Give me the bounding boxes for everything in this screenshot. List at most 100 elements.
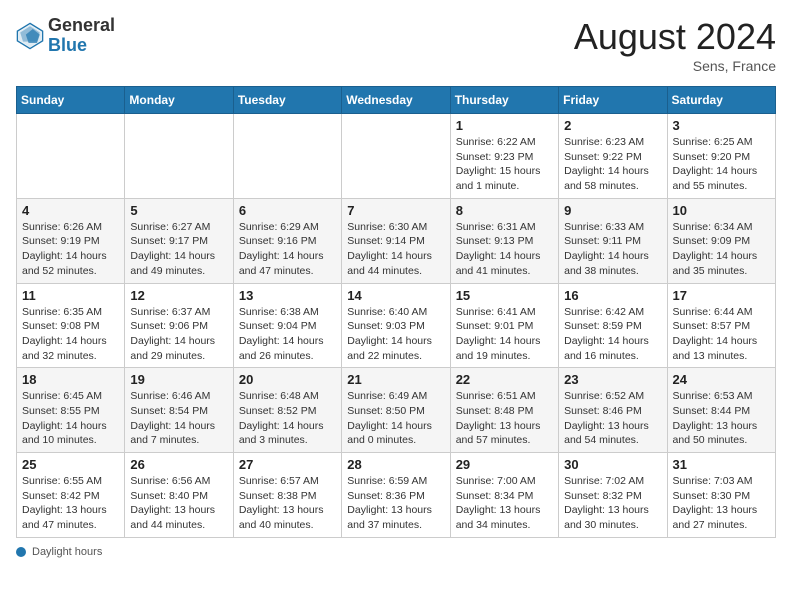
calendar-cell: 31 Sunrise: 7:03 AM Sunset: 8:30 PM Dayli…: [667, 453, 775, 538]
calendar-body: 1Sunrise: 6:22 AM Sunset: 9:23 PM Daylig…: [17, 114, 776, 538]
calendar-week-row: 1Sunrise: 6:22 AM Sunset: 9:23 PM Daylig…: [17, 114, 776, 199]
logo-icon: [16, 22, 44, 50]
day-detail: Sunrise: 6:49 AM Sunset: 8:50 PM Dayligh…: [347, 389, 444, 448]
footer-label: Daylight hours: [32, 546, 102, 558]
day-detail: Sunrise: 7:03 AM Sunset: 8:30 PM Dayligh…: [673, 474, 770, 533]
day-number: 5: [130, 203, 227, 218]
day-detail: Sunrise: 6:52 AM Sunset: 8:46 PM Dayligh…: [564, 389, 661, 448]
day-number: 4: [22, 203, 119, 218]
day-detail: Sunrise: 6:56 AM Sunset: 8:40 PM Dayligh…: [130, 474, 227, 533]
day-detail: Sunrise: 6:33 AM Sunset: 9:11 PM Dayligh…: [564, 220, 661, 279]
day-detail: Sunrise: 6:57 AM Sunset: 8:38 PM Dayligh…: [239, 474, 336, 533]
calendar-cell: 24 Sunrise: 6:53 AM Sunset: 8:44 PM Dayli…: [667, 368, 775, 453]
calendar-week-row: 11 Sunrise: 6:35 AM Sunset: 9:08 PM Dayli…: [17, 283, 776, 368]
calendar-cell: 13 Sunrise: 6:38 AM Sunset: 9:04 PM Dayli…: [233, 283, 341, 368]
day-detail: Sunrise: 6:40 AM Sunset: 9:03 PM Dayligh…: [347, 305, 444, 364]
day-number: 8: [456, 203, 553, 218]
day-number: 31: [673, 457, 770, 472]
calendar-cell: [233, 114, 341, 199]
calendar-week-row: 25Sunrise: 6:55 AM Sunset: 8:42 PM Dayli…: [17, 453, 776, 538]
day-detail: Sunrise: 6:41 AM Sunset: 9:01 PM Dayligh…: [456, 305, 553, 364]
calendar-cell: 4 Sunrise: 6:26 AM Sunset: 9:19 PM Daylig…: [17, 198, 125, 283]
calendar-cell: 25Sunrise: 6:55 AM Sunset: 8:42 PM Dayli…: [17, 453, 125, 538]
day-detail: Sunrise: 6:30 AM Sunset: 9:14 PM Dayligh…: [347, 220, 444, 279]
day-number: 24: [673, 372, 770, 387]
calendar-cell: 26Sunrise: 6:56 AM Sunset: 8:40 PM Dayli…: [125, 453, 233, 538]
calendar-week-row: 4 Sunrise: 6:26 AM Sunset: 9:19 PM Daylig…: [17, 198, 776, 283]
day-detail: Sunrise: 6:42 AM Sunset: 8:59 PM Dayligh…: [564, 305, 661, 364]
header: General Blue August 2024 Sens, France: [16, 16, 776, 74]
calendar-cell: 5 Sunrise: 6:27 AM Sunset: 9:17 PM Daylig…: [125, 198, 233, 283]
calendar-cell: 9 Sunrise: 6:33 AM Sunset: 9:11 PM Daylig…: [559, 198, 667, 283]
day-number: 1: [456, 118, 553, 133]
day-detail: Sunrise: 6:48 AM Sunset: 8:52 PM Dayligh…: [239, 389, 336, 448]
calendar-cell: 1Sunrise: 6:22 AM Sunset: 9:23 PM Daylig…: [450, 114, 558, 199]
calendar-cell: [342, 114, 450, 199]
calendar-cell: 21 Sunrise: 6:49 AM Sunset: 8:50 PM Dayli…: [342, 368, 450, 453]
calendar-cell: 20Sunrise: 6:48 AM Sunset: 8:52 PM Dayli…: [233, 368, 341, 453]
page-container: General Blue August 2024 Sens, France Su…: [16, 16, 776, 558]
day-of-week-header: Tuesday: [233, 87, 341, 114]
days-of-week-row: SundayMondayTuesdayWednesdayThursdayFrid…: [17, 87, 776, 114]
calendar-cell: 18Sunrise: 6:45 AM Sunset: 8:55 PM Dayli…: [17, 368, 125, 453]
calendar-cell: 12Sunrise: 6:37 AM Sunset: 9:06 PM Dayli…: [125, 283, 233, 368]
day-detail: Sunrise: 6:27 AM Sunset: 9:17 PM Dayligh…: [130, 220, 227, 279]
day-detail: Sunrise: 6:59 AM Sunset: 8:36 PM Dayligh…: [347, 474, 444, 533]
day-detail: Sunrise: 6:29 AM Sunset: 9:16 PM Dayligh…: [239, 220, 336, 279]
day-number: 7: [347, 203, 444, 218]
day-detail: Sunrise: 6:53 AM Sunset: 8:44 PM Dayligh…: [673, 389, 770, 448]
day-number: 14: [347, 288, 444, 303]
day-of-week-header: Saturday: [667, 87, 775, 114]
day-number: 13: [239, 288, 336, 303]
day-detail: Sunrise: 6:44 AM Sunset: 8:57 PM Dayligh…: [673, 305, 770, 364]
calendar-cell: 23 Sunrise: 6:52 AM Sunset: 8:46 PM Dayli…: [559, 368, 667, 453]
calendar-cell: 29Sunrise: 7:00 AM Sunset: 8:34 PM Dayli…: [450, 453, 558, 538]
calendar-cell: 14 Sunrise: 6:40 AM Sunset: 9:03 PM Dayli…: [342, 283, 450, 368]
calendar-cell: 30Sunrise: 7:02 AM Sunset: 8:32 PM Dayli…: [559, 453, 667, 538]
day-number: 28: [347, 457, 444, 472]
calendar-cell: 6 Sunrise: 6:29 AM Sunset: 9:16 PM Daylig…: [233, 198, 341, 283]
calendar-table: SundayMondayTuesdayWednesdayThursdayFrid…: [16, 86, 776, 538]
day-of-week-header: Sunday: [17, 87, 125, 114]
calendar-cell: 28 Sunrise: 6:59 AM Sunset: 8:36 PM Dayli…: [342, 453, 450, 538]
month-year-title: August 2024: [574, 16, 776, 58]
day-number: 19: [130, 372, 227, 387]
calendar-header: SundayMondayTuesdayWednesdayThursdayFrid…: [17, 87, 776, 114]
logo: General Blue: [16, 16, 115, 56]
day-detail: Sunrise: 6:26 AM Sunset: 9:19 PM Dayligh…: [22, 220, 119, 279]
day-detail: Sunrise: 6:23 AM Sunset: 9:22 PM Dayligh…: [564, 135, 661, 194]
day-number: 15: [456, 288, 553, 303]
day-number: 9: [564, 203, 661, 218]
day-number: 27: [239, 457, 336, 472]
day-detail: Sunrise: 6:35 AM Sunset: 9:08 PM Dayligh…: [22, 305, 119, 364]
calendar-cell: 16 Sunrise: 6:42 AM Sunset: 8:59 PM Dayli…: [559, 283, 667, 368]
calendar-cell: 17 Sunrise: 6:44 AM Sunset: 8:57 PM Dayli…: [667, 283, 775, 368]
day-detail: Sunrise: 6:38 AM Sunset: 9:04 PM Dayligh…: [239, 305, 336, 364]
day-number: 18: [22, 372, 119, 387]
footer: Daylight hours: [16, 546, 776, 558]
calendar-cell: 10Sunrise: 6:34 AM Sunset: 9:09 PM Dayli…: [667, 198, 775, 283]
calendar-cell: 15 Sunrise: 6:41 AM Sunset: 9:01 PM Dayli…: [450, 283, 558, 368]
day-of-week-header: Thursday: [450, 87, 558, 114]
day-number: 6: [239, 203, 336, 218]
day-number: 21: [347, 372, 444, 387]
day-detail: Sunrise: 6:51 AM Sunset: 8:48 PM Dayligh…: [456, 389, 553, 448]
day-number: 11: [22, 288, 119, 303]
day-detail: Sunrise: 6:25 AM Sunset: 9:20 PM Dayligh…: [673, 135, 770, 194]
day-number: 16: [564, 288, 661, 303]
day-number: 30: [564, 457, 661, 472]
calendar-cell: 7 Sunrise: 6:30 AM Sunset: 9:14 PM Daylig…: [342, 198, 450, 283]
day-of-week-header: Wednesday: [342, 87, 450, 114]
calendar-cell: [125, 114, 233, 199]
calendar-cell: 8Sunrise: 6:31 AM Sunset: 9:13 PM Daylig…: [450, 198, 558, 283]
title-block: August 2024 Sens, France: [574, 16, 776, 74]
footer-dot-icon: [16, 547, 26, 557]
day-number: 23: [564, 372, 661, 387]
day-detail: Sunrise: 6:46 AM Sunset: 8:54 PM Dayligh…: [130, 389, 227, 448]
day-of-week-header: Monday: [125, 87, 233, 114]
day-number: 17: [673, 288, 770, 303]
calendar-cell: 19 Sunrise: 6:46 AM Sunset: 8:54 PM Dayli…: [125, 368, 233, 453]
day-number: 10: [673, 203, 770, 218]
calendar-cell: 22Sunrise: 6:51 AM Sunset: 8:48 PM Dayli…: [450, 368, 558, 453]
day-number: 12: [130, 288, 227, 303]
